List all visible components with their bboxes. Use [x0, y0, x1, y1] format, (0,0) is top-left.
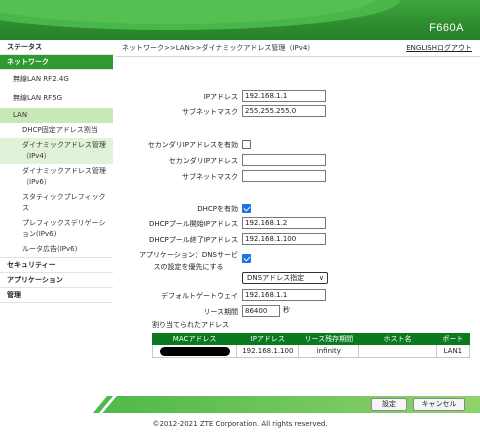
english-link[interactable]: ENGLISH [406, 44, 437, 52]
dns-mode-select[interactable]: DNSアドレス指定 ∨ [242, 272, 328, 284]
nav-application[interactable]: アプリケーション [0, 273, 113, 288]
cell-remaining: infinity [298, 344, 360, 358]
nav-admin[interactable]: 管理 [0, 288, 113, 303]
secondary-ip-input[interactable] [242, 154, 326, 166]
mask-input[interactable] [242, 105, 326, 117]
app-dns-checkbox[interactable] [242, 254, 251, 263]
dhcp-enable-row: DHCPを有効 [116, 202, 480, 216]
secondary-mask-input[interactable] [242, 170, 326, 182]
footer-bar: 設定 キャンセル [0, 393, 480, 415]
apply-button[interactable]: 設定 [371, 398, 407, 411]
cell-host [358, 344, 437, 358]
logout-link[interactable]: ログアウト [437, 44, 472, 52]
pool-end-input[interactable] [242, 233, 326, 245]
lease-input[interactable] [242, 305, 280, 317]
nav-wlan-5g[interactable]: 無線LAN RF5G [0, 89, 113, 108]
gateway-input[interactable] [242, 289, 326, 301]
nav-wlan-24g[interactable]: 無線LAN RF2.4G [0, 70, 113, 89]
col-remaining: リース残存期間 [298, 333, 360, 345]
ip-label: IPアドレス [203, 93, 238, 101]
pool-end-row: DHCPプール終了IPアドレス [116, 233, 480, 247]
breadcrumb: ネットワーク>>LAN>>ダイナミックアドレス管理（IPv4） ENGLISHロ… [116, 40, 480, 57]
mask-row: サブネットマスク [116, 105, 480, 119]
nav-prefix-delegation[interactable]: プレフィックスデリゲーション(IPv6) [0, 216, 113, 242]
dhcp-enable-label: DHCPを有効 [197, 205, 238, 213]
secondary-ip-row: セカンダリIPアドレス [116, 154, 480, 168]
secondary-enable-row: セカンダリIPアドレスを有効 [116, 138, 480, 152]
secondary-enable-label: セカンダリIPアドレスを有効 [147, 141, 238, 149]
app-dns-label-line1: アプリケーション：DNSサービ [139, 251, 238, 259]
secondary-enable-checkbox[interactable] [242, 140, 251, 149]
cancel-button[interactable]: キャンセル [413, 398, 465, 411]
dns-select-row: DNSアドレス指定 ∨ [116, 272, 480, 286]
assigned-title: 割り当てられたアドレス [152, 321, 229, 329]
ip-row: IPアドレス [116, 90, 480, 104]
app-dns-row: アプリケーション：DNSサービ スの設定を優先にする [116, 248, 480, 273]
nav-dynamic-ipv6[interactable]: ダイナミックアドレス管理（IPv6） [0, 164, 113, 190]
nav-static-prefix[interactable]: スタティックプレフィックス [0, 190, 113, 216]
app-dns-label: アプリケーション：DNSサービ スの設定を優先にする [139, 249, 238, 273]
nav-lan[interactable]: LAN [0, 108, 113, 123]
col-port: ポート [435, 333, 471, 345]
cell-ip: 192.168.1.100 [236, 344, 300, 358]
pool-start-input[interactable] [242, 217, 326, 229]
nav-security[interactable]: セキュリティー [0, 258, 113, 273]
nav-network[interactable]: ネットワーク [0, 55, 113, 70]
nav-status[interactable]: ステータス [0, 40, 113, 55]
secondary-ip-label: セカンダリIPアドレス [168, 157, 238, 165]
secondary-mask-label: サブネットマスク [182, 173, 238, 181]
lang-logout-links: ENGLISHログアウト [406, 40, 472, 57]
copyright: ©2012-2021 ZTE Corporation. All rights r… [152, 420, 328, 428]
cell-port: LAN1 [435, 344, 471, 358]
device-model: F660A [429, 22, 464, 34]
mask-label: サブネットマスク [182, 108, 238, 116]
lease-unit: 秒 [283, 306, 290, 314]
chevron-down-icon: ∨ [318, 274, 324, 282]
secondary-mask-row: サブネットマスク [116, 170, 480, 184]
col-mac: MACアドレス [151, 333, 238, 345]
table-row: 192.168.1.100 infinity LAN1 [151, 344, 471, 358]
gateway-label: デフォルトゲートウェイ [161, 292, 238, 300]
header-banner: F660A [0, 0, 480, 40]
dhcp-enable-checkbox[interactable] [242, 204, 251, 213]
lease-table: MACアドレス IPアドレス リース残存期間 ホスト名 ポート 192.168.… [151, 333, 471, 358]
lease-label: リース期間 [203, 308, 238, 316]
app-dns-label-line2: スの設定を優先にする [153, 263, 224, 271]
lease-row: リース期間 秒 [116, 305, 480, 319]
dns-mode-value: DNSアドレス指定 [247, 274, 305, 282]
col-ip: IPアドレス [236, 333, 300, 345]
main-content: ネットワーク>>LAN>>ダイナミックアドレス管理（IPv4） ENGLISHロ… [116, 40, 480, 358]
pool-end-label: DHCPプール終了IPアドレス [148, 236, 238, 244]
lease-table-header: MACアドレス IPアドレス リース残存期間 ホスト名 ポート [151, 333, 471, 345]
pool-start-label: DHCPプール開始IPアドレス [148, 220, 238, 228]
nav-dynamic-ipv4[interactable]: ダイナミックアドレス管理（IPv4） [0, 138, 113, 164]
gateway-row: デフォルトゲートウェイ [116, 289, 480, 303]
cell-mac-redacted [151, 344, 238, 358]
pool-start-row: DHCPプール開始IPアドレス [116, 217, 480, 231]
nav-dhcp-static[interactable]: DHCP固定アドレス割当 [0, 123, 113, 138]
redaction-mark [159, 346, 230, 356]
col-host: ホスト名 [358, 333, 437, 345]
nav-router-advert[interactable]: ルータ広告(IPv6) [0, 242, 113, 258]
breadcrumb-path: ネットワーク>>LAN>>ダイナミックアドレス管理（IPv4） [122, 44, 315, 52]
sidebar: ステータス ネットワーク 無線LAN RF2.4G 無線LAN RF5G LAN… [0, 40, 113, 388]
ip-input[interactable] [242, 90, 326, 102]
